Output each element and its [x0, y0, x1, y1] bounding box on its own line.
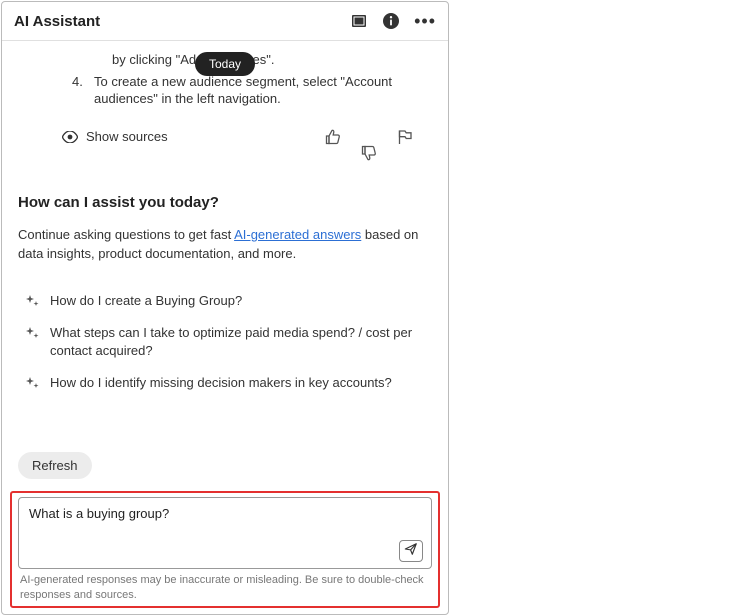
send-button[interactable] [399, 540, 423, 562]
assist-heading: How can I assist you today? [18, 194, 432, 211]
suggestion-text: What steps can I take to optimize paid m… [50, 324, 432, 360]
list-number [90, 51, 106, 69]
suggestion-item[interactable]: How do I identify missing decision maker… [18, 374, 432, 392]
date-pill: Today [195, 52, 255, 76]
content-scroll[interactable]: by clicking "Add audiences". 4. To creat… [2, 41, 448, 440]
disclaimer-text: AI-generated responses may be inaccurate… [18, 569, 432, 602]
show-sources-button[interactable]: Show sources [62, 129, 324, 144]
chat-input-box[interactable]: What is a buying group? [18, 497, 432, 569]
suggestion-item[interactable]: What steps can I take to optimize paid m… [18, 324, 432, 360]
list-number: 4. [72, 73, 88, 108]
feedback-icons [324, 128, 432, 146]
send-icon [404, 542, 418, 561]
refresh-row: Refresh [2, 440, 448, 487]
sparkle-icon [24, 375, 40, 391]
info-icon[interactable] [382, 12, 400, 30]
panel-header: AI Assistant ••• [2, 2, 448, 41]
input-zone-highlight: What is a buying group? AI-generated res… [10, 491, 440, 608]
intro-prefix: Continue asking questions to get fast [18, 227, 234, 242]
suggestion-text: How do I create a Buying Group? [50, 292, 242, 310]
refresh-button[interactable]: Refresh [18, 452, 92, 479]
thumbs-up-icon[interactable] [324, 128, 342, 146]
sparkle-icon [24, 325, 40, 341]
message-line: 4. To create a new audience segment, sel… [72, 71, 432, 110]
assist-intro: Continue asking questions to get fast AI… [18, 225, 432, 264]
thumbs-down-icon[interactable] [360, 128, 378, 146]
suggestions-list: How do I create a Buying Group? What ste… [18, 292, 432, 393]
ai-assistant-panel: AI Assistant ••• Today [1, 1, 449, 615]
panel-title: AI Assistant [14, 13, 350, 30]
message-actions-row: Show sources [18, 110, 432, 150]
eye-icon [62, 131, 78, 143]
show-sources-label: Show sources [86, 129, 168, 144]
header-actions: ••• [350, 12, 436, 30]
more-icon[interactable]: ••• [414, 12, 436, 30]
sparkle-icon [24, 293, 40, 309]
suggestion-item[interactable]: How do I create a Buying Group? [18, 292, 432, 310]
list-text: To create a new audience segment, select… [94, 73, 432, 108]
flag-icon[interactable] [396, 128, 414, 146]
ai-answers-link[interactable]: AI-generated answers [234, 227, 361, 242]
expand-icon[interactable] [350, 12, 368, 30]
chat-input[interactable]: What is a buying group? [29, 506, 423, 521]
suggestion-text: How do I identify missing decision maker… [50, 374, 392, 392]
